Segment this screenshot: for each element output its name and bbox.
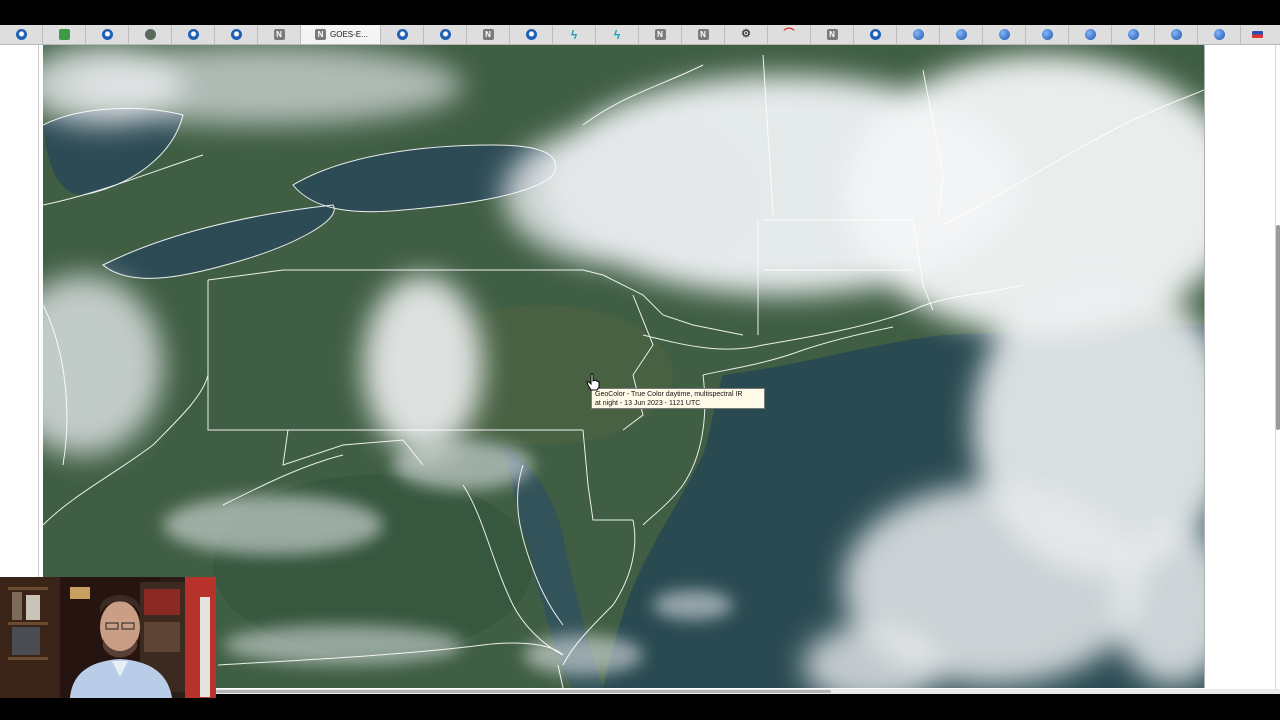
browser-tab-bar: N N GOES-E... Nϟ ϟ N N ⚙ ⌒ N: [0, 25, 1280, 45]
noaa-icon: [187, 29, 199, 40]
browser-tab[interactable]: [424, 25, 467, 44]
browser-tab[interactable]: [940, 25, 983, 44]
browser-tab[interactable]: [983, 25, 1026, 44]
globe-icon: [998, 29, 1010, 40]
screen-top-letterbox: [0, 0, 1280, 25]
globe-icon: [1170, 29, 1182, 40]
horizontal-scrollbar-thumb[interactable]: [216, 690, 831, 693]
screen-bottom-letterbox: [0, 698, 1280, 720]
browser-tab[interactable]: [381, 25, 424, 44]
red-swoosh-icon: ⌒: [783, 28, 795, 40]
browser-tab[interactable]: [854, 25, 897, 44]
browser-tab[interactable]: [1241, 25, 1274, 44]
gear-icon: ⚙: [741, 28, 751, 40]
browser-tab[interactable]: [1112, 25, 1155, 44]
globe-icon: [1127, 29, 1139, 40]
browser-tab[interactable]: [510, 25, 553, 44]
browser-tab[interactable]: [0, 25, 43, 44]
webcam-overlay: [0, 577, 216, 698]
n-icon: N: [826, 29, 838, 40]
globe-icon: [1041, 29, 1053, 40]
geocolor-map: [43, 45, 1204, 688]
image-tooltip: GeoColor - True Color daytime, multispec…: [591, 388, 765, 409]
satellite-image[interactable]: [43, 45, 1205, 688]
presenter-video: [0, 577, 216, 698]
browser-tab[interactable]: [215, 25, 258, 44]
cyclone-icon: [144, 29, 156, 40]
browser-tab[interactable]: [1069, 25, 1112, 44]
browser-tab[interactable]: ϟ: [553, 25, 596, 44]
browser-tab[interactable]: ⌒: [768, 25, 811, 44]
browser-tab[interactable]: [1026, 25, 1069, 44]
noaa-icon: [869, 29, 881, 40]
green-doc-icon: [58, 29, 70, 40]
browser-tab[interactable]: N: [258, 25, 301, 44]
noaa-icon: [101, 29, 113, 40]
n-icon: N: [273, 29, 285, 40]
browser-tab[interactable]: N: [639, 25, 682, 44]
n-icon: N: [697, 29, 709, 40]
browser-tab[interactable]: [86, 25, 129, 44]
globe-icon: [912, 29, 924, 40]
browser-tab[interactable]: [129, 25, 172, 44]
noaa-icon: [439, 29, 451, 40]
globe-icon: [955, 29, 967, 40]
globe-icon: [1213, 29, 1225, 40]
n-icon: N: [315, 29, 326, 40]
noaa-icon: [396, 29, 408, 40]
noaa-icon: [15, 29, 27, 40]
noaa-icon: [525, 29, 537, 40]
flag-icon: [1252, 31, 1263, 38]
browser-tab[interactable]: ⚙: [725, 25, 768, 44]
tooltip-line-2: at night - 13 Jun 2023 - 1121 UTC: [595, 400, 701, 407]
browser-tab[interactable]: ϟ: [596, 25, 639, 44]
browser-tab-active[interactable]: N GOES-E...: [301, 25, 381, 44]
browser-tab[interactable]: [43, 25, 86, 44]
noaa-icon: [230, 29, 242, 40]
n-icon: N: [654, 29, 666, 40]
bolt-icon: ϟ: [570, 27, 578, 42]
browser-tab[interactable]: [1198, 25, 1241, 44]
browser-tab[interactable]: [1155, 25, 1198, 44]
vertical-scrollbar[interactable]: [1276, 225, 1280, 430]
browser-tab[interactable]: [897, 25, 940, 44]
n-icon: N: [482, 29, 494, 40]
globe-icon: [1084, 29, 1096, 40]
browser-tab[interactable]: N: [467, 25, 510, 44]
hand-cursor-icon: [586, 373, 600, 391]
bolt-icon: ϟ: [613, 27, 621, 42]
browser-tab[interactable]: N: [682, 25, 725, 44]
browser-tab[interactable]: N: [811, 25, 854, 44]
browser-tab[interactable]: [172, 25, 215, 44]
active-tab-title: GOES-E...: [330, 30, 368, 39]
tooltip-line-1: GeoColor - True Color daytime, multispec…: [595, 391, 743, 398]
